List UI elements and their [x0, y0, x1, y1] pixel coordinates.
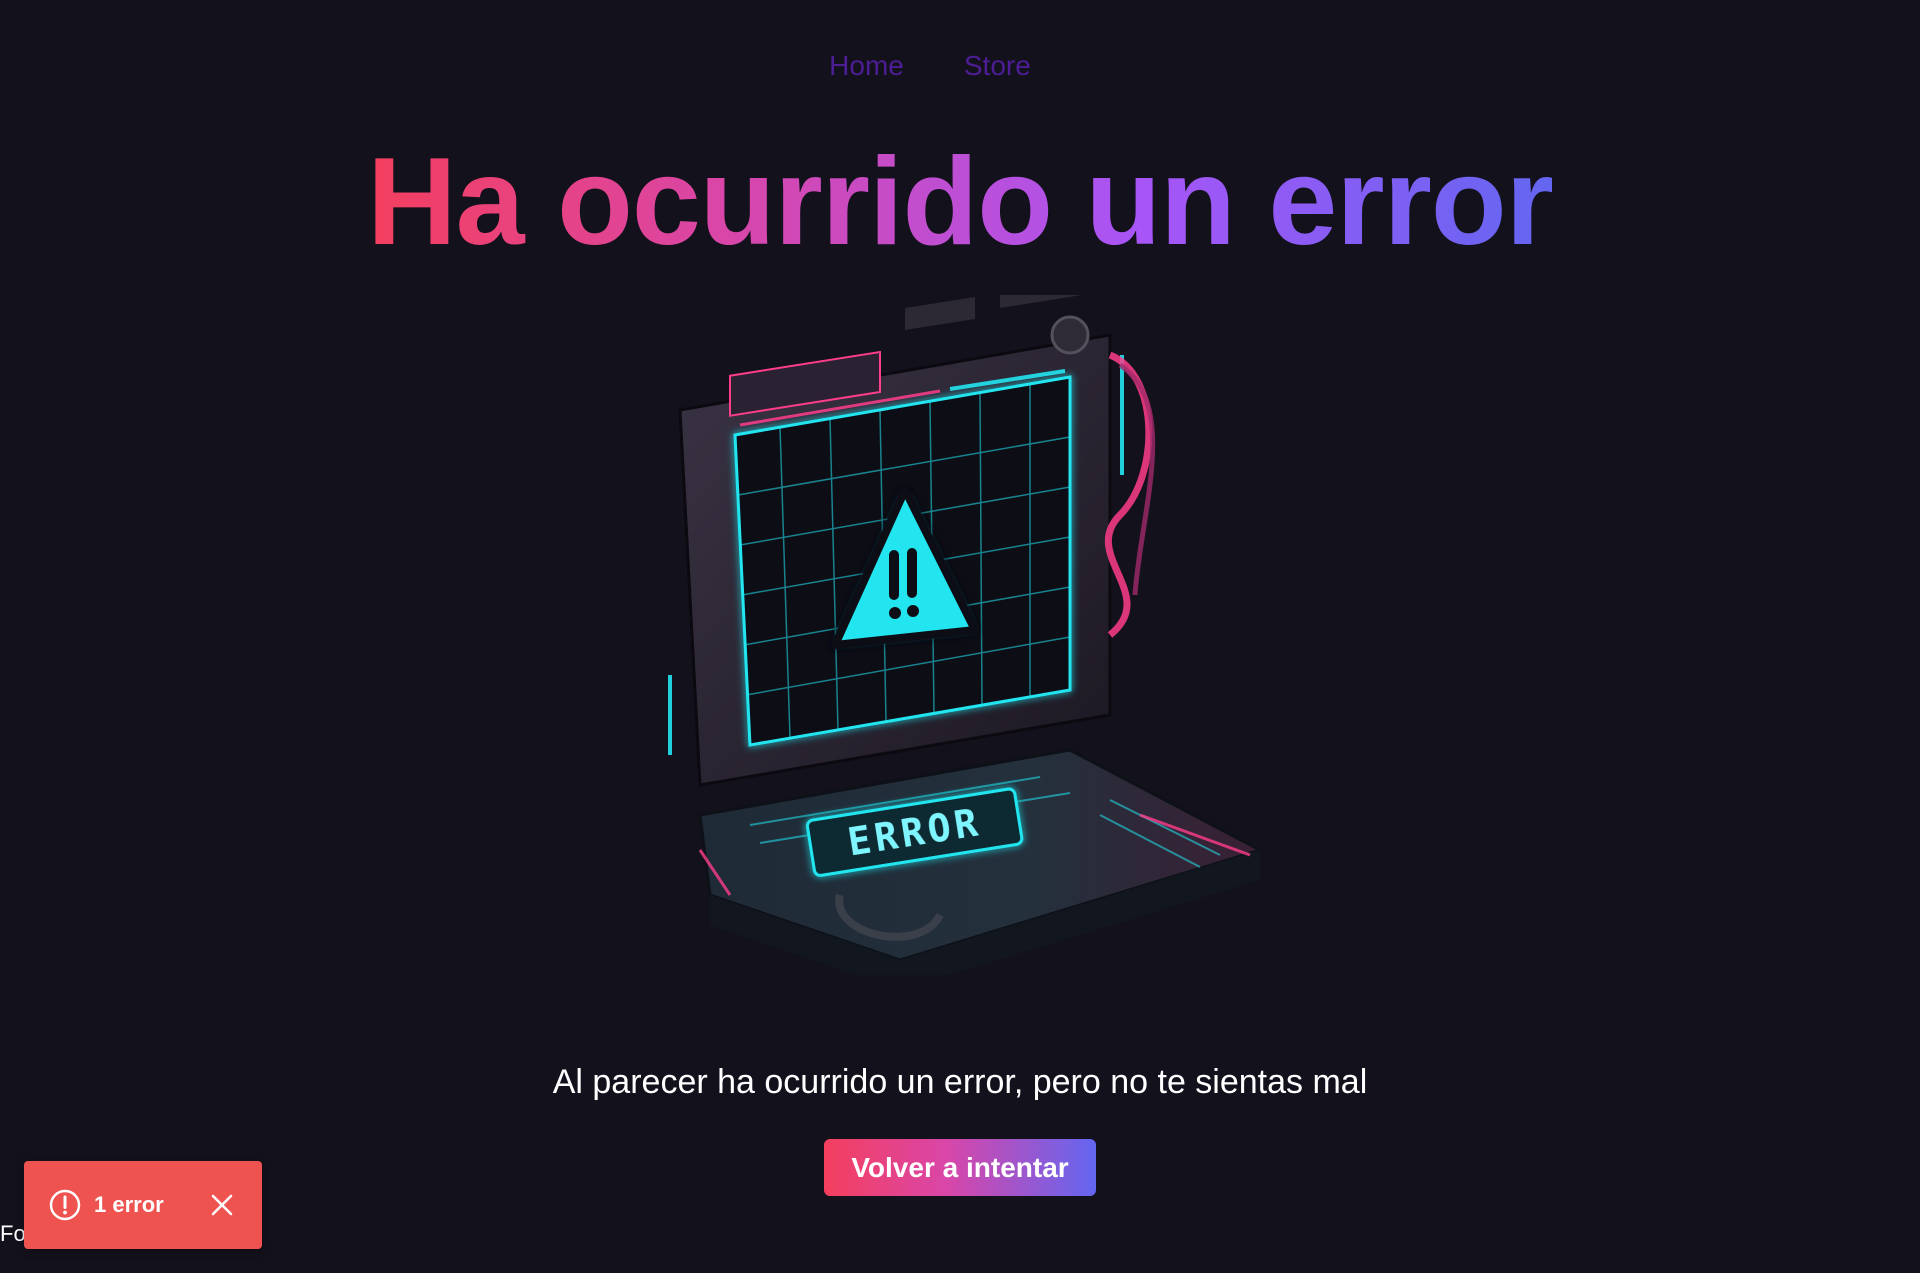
- error-page: Home Store Ha ocurrido un error ERROR Al…: [0, 0, 1920, 1273]
- nav-link-store[interactable]: Store: [964, 46, 1031, 86]
- alert-circle-icon: [48, 1188, 82, 1222]
- top-nav: Home Store: [0, 46, 1920, 86]
- page-title: Ha ocurrido un error: [0, 132, 1920, 272]
- nav-link-home[interactable]: Home: [829, 46, 904, 86]
- error-toast[interactable]: 1 error: [24, 1161, 262, 1249]
- close-icon[interactable]: [208, 1191, 236, 1219]
- page-title-text: Ha ocurrido un error: [367, 133, 1554, 271]
- error-description: Al parecer ha ocurrido un error, pero no…: [552, 1063, 1368, 1101]
- retry-button[interactable]: Volver a intentar: [824, 1139, 1096, 1196]
- error-laptop-illustration: ERROR: [668, 295, 1264, 975]
- toast-label: 1 error: [94, 1192, 164, 1217]
- footer-text: Fo: [0, 1221, 26, 1246]
